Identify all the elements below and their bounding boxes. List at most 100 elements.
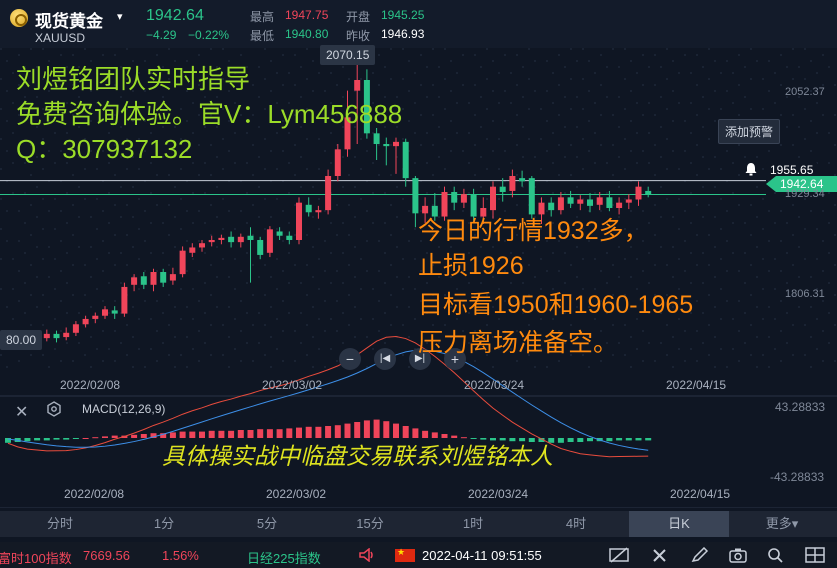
candle-body [72,324,79,333]
macd-bar [5,438,11,443]
macd-date-label: 2022/04/15 [670,487,731,501]
candle-body [334,149,341,176]
macd-bar [383,421,390,438]
macd-bar [344,423,351,438]
macd-bar [102,436,108,438]
macd-bar [92,437,99,439]
candle-body [53,333,60,339]
search-icon[interactable] [767,547,785,566]
candle-body [296,202,302,240]
candle-body [577,199,584,204]
period-tab[interactable]: 15分 [320,511,420,537]
bell-icon[interactable] [744,162,758,176]
open-label: 开盘 [346,10,371,24]
prev-close-value: 1946.93 [381,27,425,41]
macd-bar [131,434,138,438]
status-bar: 富时100指数 7669.56 1.56% 日经225指数 ★ 2022-04-… [0,542,837,568]
macd-bar [577,438,584,442]
index2-name[interactable]: 日经225指数 [247,548,321,567]
more-periods-dropdown[interactable]: 更多▾ [732,511,832,537]
candle-body [257,240,264,255]
candle-body [325,176,332,211]
candle-body [412,178,419,214]
scroll-start-button[interactable]: |◀ [374,348,396,370]
index1-percent: 1.56% [162,548,199,563]
macd-bar [373,419,380,438]
analysis-line: 今日的行情1932多， [418,217,649,245]
tools-icon[interactable] [651,547,669,566]
low-label: 最低 [250,29,275,43]
macd-date-label: 2022/03/24 [468,487,529,501]
macd-bar [53,438,60,440]
candle-body [276,231,283,236]
period-tab[interactable]: 4时 [526,511,626,537]
low-value: 1940.80 [285,27,329,41]
macd-bar [567,438,574,442]
candle-body [169,274,176,281]
candle-body [237,236,244,243]
candle-body [606,197,613,208]
candle-body [199,243,205,248]
high-label: 最高 [250,10,275,24]
macd-bar [625,438,632,441]
macd-bar [393,423,399,438]
candle-body [63,332,70,338]
macd-bar [34,438,41,441]
candle-body [460,194,467,203]
candle-body [208,240,215,243]
period-tab-active[interactable]: 日K [629,511,729,537]
candle-body [140,276,147,285]
candle-body [247,235,254,240]
macd-bar [63,438,70,440]
macd-bar [354,422,361,438]
candle-body [315,210,322,213]
drawing-icon[interactable] [691,546,709,566]
screen-off-icon[interactable] [609,547,629,566]
candle-body [131,277,138,285]
broadcast-icon[interactable] [358,547,374,565]
candle-body [587,199,593,206]
analysis-line: 目标看1950和1960-1965 [418,291,694,319]
candle-body [43,333,50,339]
date-axis-label: 2022/02/08 [60,378,121,392]
add-alert-button[interactable]: 添加预警 [718,119,781,144]
candle-body [354,80,361,91]
status-datetime: 2022-04-11 09:51:55 [422,548,542,563]
candle-body [305,204,312,213]
date-axis-label: 2022/03/02 [262,378,323,392]
close-icon[interactable]: ✕ [15,402,28,422]
candle-body [121,286,128,314]
candle-body [286,235,293,240]
max-price-tag: 2070.15 [320,45,376,65]
overlay-qq: Q：307937132 [16,134,193,164]
layout-icon[interactable] [805,547,825,566]
gold-coin-icon [10,9,28,27]
overlay-contact: 免费咨询体验。官V：Lym456888 [16,99,403,129]
prev-close-label: 昨收 [346,29,371,43]
period-toolbar: 分时 1分 5分 15分 1时 4时 日K 更多▾ [0,511,837,537]
macd-axis-top: 43.28833 [775,400,826,414]
period-tab[interactable]: 1时 [423,511,523,537]
chevron-down-icon[interactable]: ▾ [117,10,123,23]
period-tab[interactable]: 1分 [114,511,214,537]
period-tab[interactable]: 分时 [10,511,110,537]
period-tab[interactable]: 5分 [217,511,317,537]
open-value: 1945.25 [381,8,425,22]
symbol-name[interactable]: 现货黄金 [35,7,103,32]
macd-date-label: 2022/03/02 [266,487,327,501]
macd-bar [140,434,147,438]
price-axis-label: 2052.37 [785,86,825,98]
index1-name[interactable]: 富时100指数 [0,548,72,567]
zoom-out-button[interactable]: − [339,348,361,370]
candle-body [189,247,196,253]
macd-bar [363,420,370,438]
candle-body [373,133,380,144]
candle-body [528,178,535,215]
candle-body [82,318,89,325]
candle-body [519,178,526,182]
camera-icon[interactable] [729,547,747,566]
macd-indicator-label[interactable]: MACD(12,26,9) [82,402,165,416]
overlay-title: 刘煜铭团队实时指导 [16,64,251,94]
candle-body [557,197,564,211]
candle-body [422,205,429,214]
